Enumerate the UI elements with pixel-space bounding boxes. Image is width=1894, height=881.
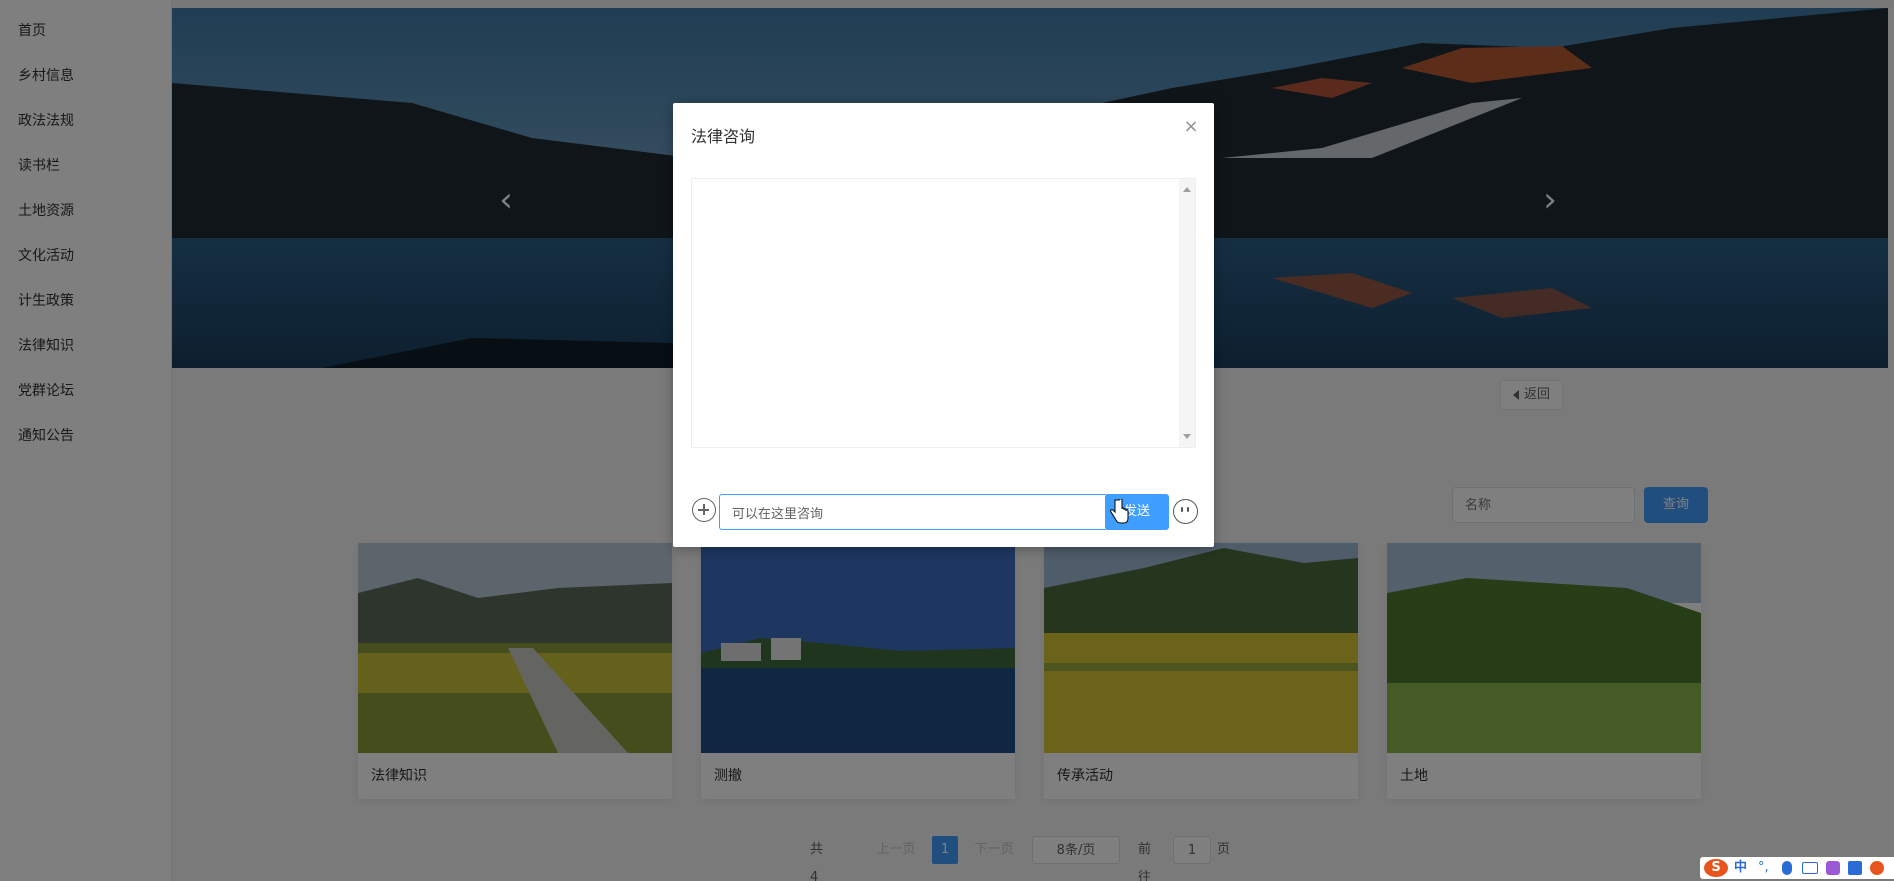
more-icon[interactable] <box>1870 861 1884 875</box>
ime-lang-toggle[interactable]: 中 <box>1734 859 1747 877</box>
skin-icon[interactable] <box>1826 861 1840 875</box>
plus-circle-icon[interactable] <box>692 498 716 522</box>
emoji-eye-left <box>1181 507 1183 512</box>
toolbox-icon[interactable] <box>1848 861 1862 875</box>
ime-punct-toggle[interactable]: °, <box>1758 859 1769 877</box>
emoji-icon[interactable] <box>1173 499 1198 524</box>
emoji-eye-right <box>1187 507 1189 512</box>
close-icon[interactable]: × <box>1181 117 1201 137</box>
scroll-up-icon[interactable] <box>1183 187 1191 192</box>
send-button[interactable]: 发送 <box>1105 494 1169 530</box>
ime-toolbar: S 中 °, <box>1700 857 1894 879</box>
dialog-title: 法律咨询 <box>691 127 756 146</box>
sogou-logo-icon[interactable]: S <box>1704 859 1728 877</box>
scroll-down-icon[interactable] <box>1183 434 1191 439</box>
microphone-icon[interactable] <box>1782 861 1792 875</box>
message-input[interactable] <box>719 494 1108 530</box>
legal-consult-dialog: 法律咨询 × 发送 <box>673 103 1214 547</box>
chat-history-area[interactable] <box>691 178 1196 448</box>
keyboard-icon[interactable] <box>1802 862 1818 874</box>
chat-scrollbar[interactable] <box>1179 179 1195 447</box>
